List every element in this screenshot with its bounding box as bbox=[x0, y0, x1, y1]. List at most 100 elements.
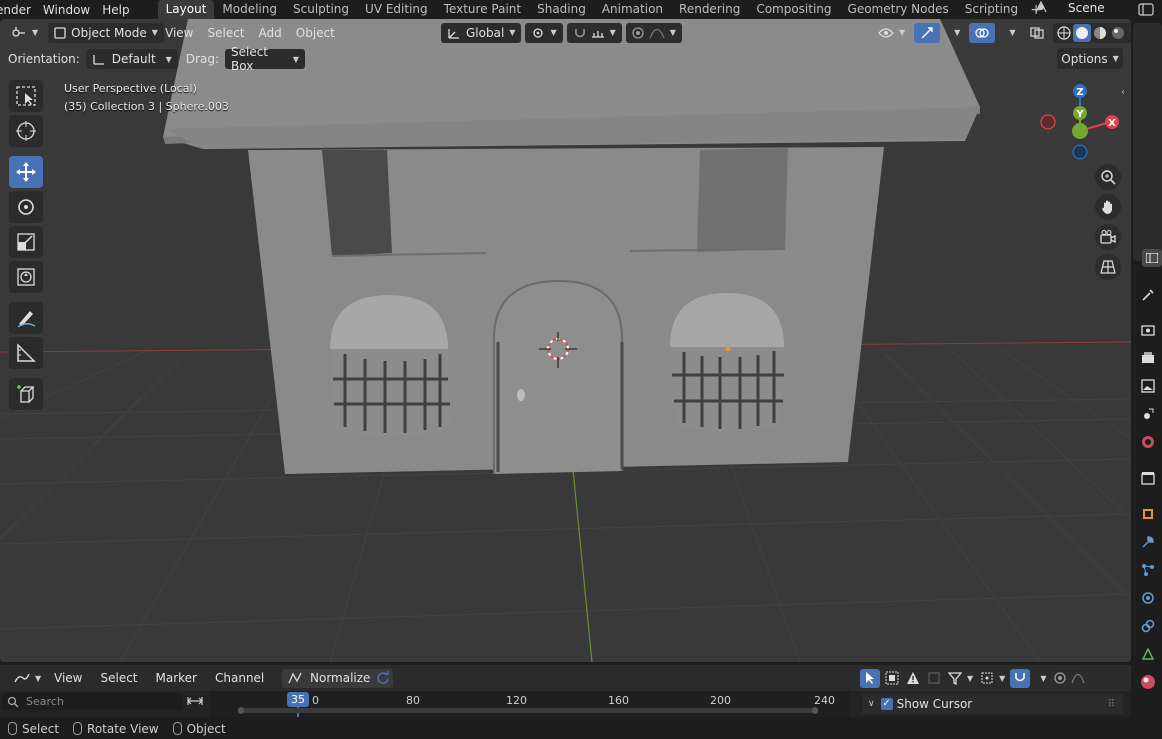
chevron-down-icon[interactable]: ∨ bbox=[868, 699, 875, 709]
solid-shading-icon[interactable] bbox=[1073, 23, 1092, 42]
rotate-tool[interactable] bbox=[9, 191, 43, 223]
menu-object[interactable]: Object bbox=[289, 26, 342, 40]
menu-select[interactable]: Select bbox=[200, 26, 251, 40]
view-filter-button[interactable] bbox=[925, 669, 943, 688]
scene-selector[interactable]: Scene bbox=[1032, 0, 1130, 16]
tab-geometry-nodes[interactable]: Geometry Nodes bbox=[840, 0, 957, 19]
navigation-gizmo[interactable]: Z Y X bbox=[1030, 80, 1130, 173]
rendered-shading-icon[interactable] bbox=[1111, 26, 1125, 40]
transform-orientation-dropdown[interactable]: Global ▼ bbox=[441, 22, 522, 43]
scrollbar-handle-right[interactable] bbox=[812, 707, 818, 714]
normalize-toggle[interactable]: Normalize bbox=[282, 668, 377, 688]
particles-properties-icon[interactable] bbox=[1139, 561, 1157, 579]
snap-dropdown[interactable]: ▼ bbox=[1033, 669, 1048, 688]
overlays-dropdown[interactable]: ▼ bbox=[998, 23, 1021, 43]
only-errors-button[interactable] bbox=[904, 668, 922, 688]
editor-type-button[interactable]: ▼ bbox=[5, 23, 44, 43]
swap-arrows-icon[interactable] bbox=[187, 695, 203, 707]
tab-uv-editing[interactable]: UV Editing bbox=[357, 0, 436, 19]
timeline-menu-view[interactable]: View bbox=[45, 671, 91, 685]
material-shading-icon[interactable] bbox=[1093, 26, 1107, 40]
tab-texture-paint[interactable]: Texture Paint bbox=[436, 0, 529, 19]
properties-toggle-icon[interactable] bbox=[1142, 249, 1162, 267]
proportional-editing-button[interactable]: ▼ bbox=[625, 22, 682, 43]
tab-shading[interactable]: Shading bbox=[529, 0, 594, 19]
neg-z-axis-icon[interactable] bbox=[1072, 144, 1088, 160]
timeline-menu-marker[interactable]: Marker bbox=[147, 671, 206, 685]
neg-x-axis-icon[interactable] bbox=[1040, 114, 1056, 130]
filters-dropdown[interactable]: ▼ bbox=[946, 669, 975, 688]
transform-tool[interactable] bbox=[9, 261, 43, 293]
tab-animation[interactable]: Animation bbox=[594, 0, 671, 19]
visibility-button[interactable]: ▼ bbox=[872, 23, 911, 43]
material-properties-icon[interactable] bbox=[1139, 673, 1157, 691]
y-axis-icon[interactable] bbox=[1072, 123, 1088, 139]
gizmo-toggle-button[interactable] bbox=[914, 22, 941, 43]
cursor-tool[interactable] bbox=[9, 115, 43, 147]
menu-add[interactable]: Add bbox=[252, 26, 289, 40]
tab-rendering[interactable]: Rendering bbox=[671, 0, 748, 19]
mode-selector[interactable]: Object Mode ▼ bbox=[48, 22, 164, 43]
show-cursor-checkbox[interactable]: ✓ bbox=[880, 698, 893, 710]
measure-tool[interactable] bbox=[9, 337, 43, 369]
perspective-toggle-button[interactable] bbox=[1095, 254, 1121, 280]
view-layer-properties-icon[interactable] bbox=[1139, 377, 1157, 395]
building-model[interactable] bbox=[163, 19, 980, 474]
options-button[interactable]: Options ▼ bbox=[1057, 48, 1123, 69]
add-cube-tool[interactable] bbox=[9, 378, 43, 410]
auto-normalize-button[interactable] bbox=[373, 668, 393, 688]
pivot-dropdown[interactable]: ▼ bbox=[978, 669, 1007, 688]
pivot-point-button[interactable]: ▼ bbox=[525, 22, 563, 43]
search-input[interactable]: Search bbox=[2, 693, 183, 710]
zoom-button[interactable] bbox=[1095, 164, 1121, 190]
frame-ruler[interactable]: 35 0 80 120 160 200 240 bbox=[210, 691, 850, 717]
gizmo-dropdown[interactable]: ▼ bbox=[943, 23, 966, 43]
scale-tool[interactable] bbox=[9, 226, 43, 258]
snap-button[interactable]: ▼ bbox=[566, 22, 622, 43]
tab-sculpting[interactable]: Sculpting bbox=[285, 0, 357, 19]
world-properties-icon[interactable] bbox=[1139, 433, 1157, 451]
move-tool[interactable] bbox=[9, 156, 43, 188]
tab-compositing[interactable]: Compositing bbox=[748, 0, 839, 19]
collection-properties-icon[interactable] bbox=[1139, 469, 1157, 487]
select-box-tool[interactable] bbox=[9, 80, 43, 112]
auto-snapping-button[interactable] bbox=[1010, 668, 1031, 688]
proportional-editing-button[interactable] bbox=[1051, 668, 1089, 688]
drag-handle-icon[interactable]: ⠿ bbox=[1108, 699, 1115, 710]
timeline-menu-select[interactable]: Select bbox=[91, 671, 146, 685]
xray-toggle-button[interactable] bbox=[1024, 23, 1050, 43]
annotate-tool[interactable] bbox=[9, 302, 43, 334]
timeline-scrollbar[interactable] bbox=[238, 708, 818, 713]
timeline-menu-channel[interactable]: Channel bbox=[206, 671, 273, 685]
workspace-tabs: Layout Modeling Sculpting UV Editing Tex… bbox=[157, 0, 1047, 19]
object-properties-icon[interactable] bbox=[1139, 505, 1157, 523]
physics-properties-icon[interactable] bbox=[1139, 589, 1157, 607]
scrollbar-handle-left[interactable] bbox=[238, 707, 244, 714]
drag-dropdown[interactable]: Select Box ▼ bbox=[224, 45, 305, 73]
scene-properties-icon[interactable] bbox=[1139, 405, 1157, 423]
timeline-editor-type-button[interactable]: ▼ bbox=[8, 668, 47, 688]
camera-view-button[interactable] bbox=[1095, 224, 1121, 250]
orientation-dropdown[interactable]: Default ▼ bbox=[85, 49, 178, 69]
scene-name[interactable]: Scene bbox=[1050, 1, 1105, 15]
menu-view[interactable]: View bbox=[158, 26, 200, 40]
tab-layout[interactable]: Layout bbox=[157, 0, 215, 19]
tab-modeling[interactable]: Modeling bbox=[214, 0, 285, 19]
current-frame-indicator[interactable]: 35 bbox=[287, 692, 309, 707]
show-hidden-button[interactable] bbox=[883, 668, 901, 688]
data-properties-icon[interactable] bbox=[1139, 645, 1157, 663]
wireframe-shading-icon[interactable] bbox=[1057, 25, 1072, 40]
output-properties-icon[interactable] bbox=[1139, 349, 1157, 367]
tool-properties-icon[interactable] bbox=[1139, 286, 1157, 304]
overlays-toggle-button[interactable] bbox=[969, 22, 996, 43]
menu-window[interactable]: Window bbox=[37, 3, 96, 17]
pan-button[interactable] bbox=[1095, 194, 1121, 220]
sidebar-toggle-icon[interactable]: ‹ bbox=[1121, 87, 1131, 101]
render-properties-icon[interactable] bbox=[1139, 321, 1157, 339]
only-selected-button[interactable] bbox=[860, 668, 880, 688]
menu-render[interactable]: ender bbox=[0, 3, 37, 17]
constraint-properties-icon[interactable] bbox=[1139, 617, 1157, 635]
tab-scripting[interactable]: Scripting bbox=[957, 0, 1026, 19]
modifier-properties-icon[interactable] bbox=[1139, 533, 1157, 551]
menu-help[interactable]: Help bbox=[96, 3, 135, 17]
